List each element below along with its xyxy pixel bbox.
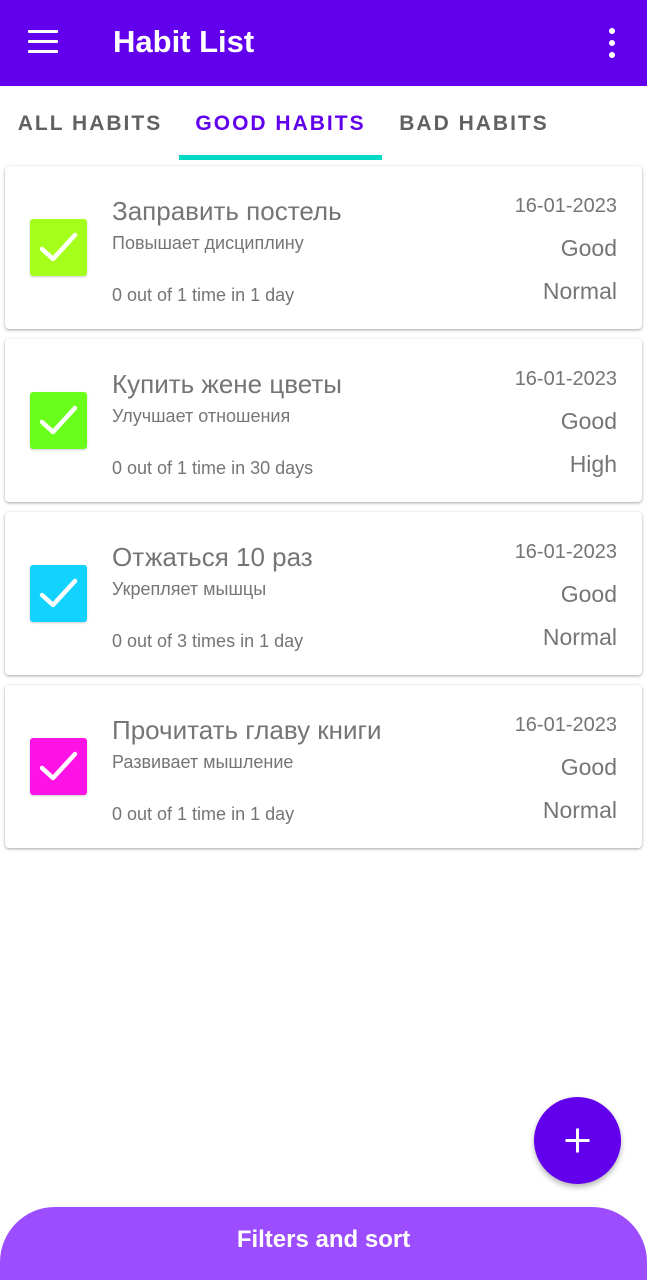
habit-description: Развивает мышление bbox=[112, 752, 294, 772]
habit-type: Good bbox=[560, 581, 617, 607]
tab-bad-habits[interactable]: BAD HABITS bbox=[382, 86, 566, 162]
page-title: Habit List bbox=[113, 24, 255, 59]
habit-color-swatch bbox=[30, 565, 87, 622]
habit-list: Заправить постель Повышает дисциплину 0 … bbox=[5, 166, 642, 858]
habit-card[interactable]: Прочитать главу книги Развивает мышление… bbox=[5, 685, 642, 848]
habit-type: Good bbox=[560, 235, 617, 261]
habit-type: Good bbox=[560, 754, 617, 780]
habit-frequency: 0 out of 1 time in 1 day bbox=[112, 285, 295, 305]
habit-date: 16-01-2023 bbox=[514, 541, 617, 563]
add-habit-button[interactable] bbox=[534, 1097, 621, 1184]
check-icon bbox=[39, 232, 78, 262]
more-vert-icon[interactable] bbox=[598, 24, 626, 62]
tab-good-habits[interactable]: GOOD HABITS bbox=[179, 86, 382, 162]
app-bar: Habit List bbox=[0, 0, 647, 86]
habit-frequency: 0 out of 3 times in 1 day bbox=[112, 631, 304, 651]
tab-indicator bbox=[179, 155, 382, 160]
habit-description: Улучшает отношения bbox=[112, 406, 291, 426]
habit-priority: Normal bbox=[542, 797, 617, 823]
habit-card[interactable]: Купить жене цветы Улучшает отношения 0 o… bbox=[5, 339, 642, 502]
habit-priority: High bbox=[569, 451, 617, 477]
filters-and-sort-button[interactable]: Filters and sort bbox=[0, 1207, 647, 1280]
habit-date: 16-01-2023 bbox=[514, 368, 617, 390]
habit-description: Повышает дисциплину bbox=[112, 233, 304, 253]
habit-type: Good bbox=[560, 408, 617, 434]
habit-color-swatch bbox=[30, 738, 87, 795]
habit-name: Купить жене цветы bbox=[112, 369, 342, 399]
check-icon bbox=[39, 751, 78, 781]
habit-priority: Normal bbox=[542, 278, 617, 304]
filters-and-sort-label: Filters and sort bbox=[236, 1225, 411, 1253]
tab-bar: ALL HABITS GOOD HABITS BAD HABITS bbox=[0, 86, 647, 162]
habit-description: Укрепляет мышцы bbox=[112, 579, 267, 599]
habit-date: 16-01-2023 bbox=[514, 195, 617, 217]
habit-priority: Normal bbox=[542, 624, 617, 650]
check-icon bbox=[39, 578, 78, 608]
habit-frequency: 0 out of 1 time in 1 day bbox=[112, 804, 295, 824]
habit-frequency: 0 out of 1 time in 30 days bbox=[112, 458, 314, 478]
plus-icon bbox=[565, 1128, 590, 1153]
tab-all-habits[interactable]: ALL HABITS bbox=[0, 86, 180, 162]
habit-card[interactable]: Отжаться 10 раз Укрепляет мышцы 0 out of… bbox=[5, 512, 642, 675]
check-icon bbox=[39, 405, 78, 435]
menu-icon[interactable] bbox=[24, 27, 64, 59]
habit-color-swatch bbox=[30, 392, 87, 449]
habit-date: 16-01-2023 bbox=[514, 714, 617, 736]
habit-card[interactable]: Заправить постель Повышает дисциплину 0 … bbox=[5, 166, 642, 329]
habit-color-swatch bbox=[30, 219, 87, 276]
habit-name: Отжаться 10 раз bbox=[112, 542, 313, 572]
habit-name: Заправить постель bbox=[112, 196, 342, 226]
habit-name: Прочитать главу книги bbox=[112, 715, 382, 745]
